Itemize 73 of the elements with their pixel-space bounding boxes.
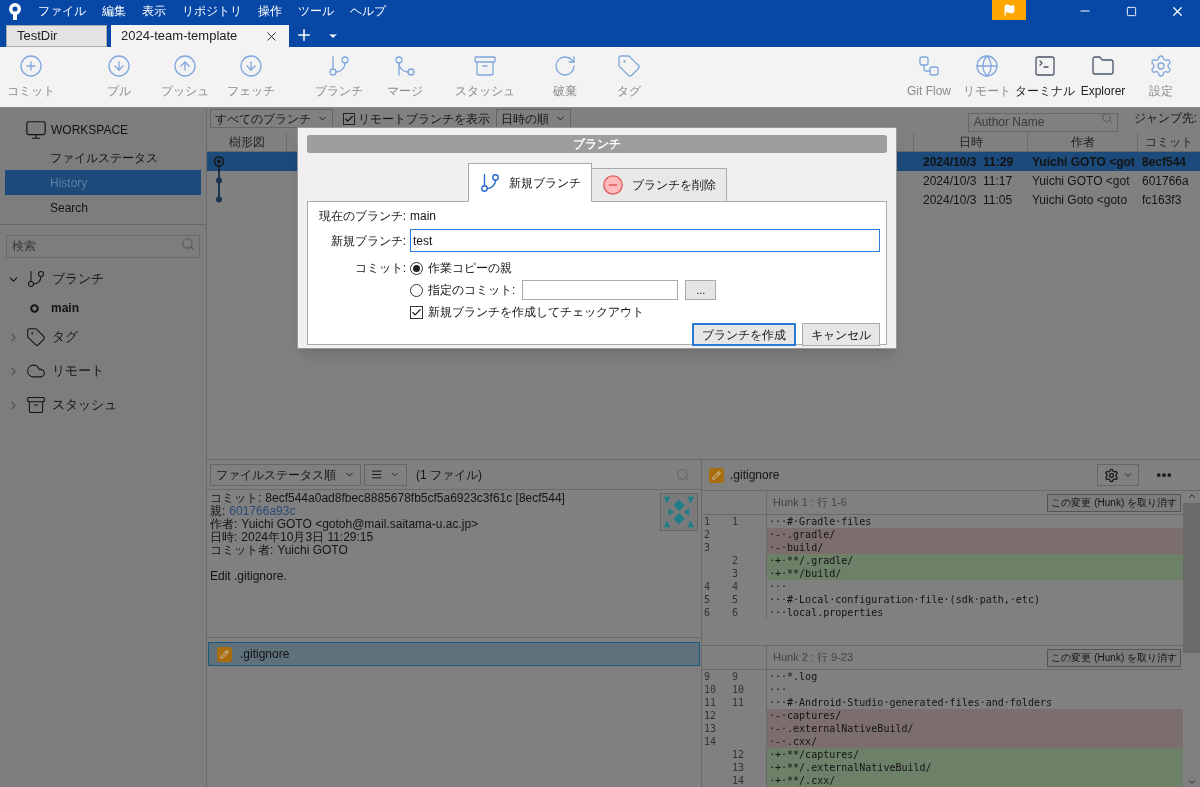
line-number: 2	[704, 529, 711, 540]
line-number: 9	[732, 671, 739, 682]
line-number: 1	[732, 516, 739, 527]
field-label: 新規ブランチ:	[330, 232, 406, 249]
diff-line: ·+·**/build/	[768, 567, 842, 580]
detail-value: 8ecf544a0ad8fbec8885678fb5cf5a6923c3f61c [8ecf544]	[265, 492, 565, 505]
diff-line: ···#·Android·Studio·generated·files·and·folders	[768, 696, 1052, 709]
line-number: 9	[704, 671, 711, 682]
line-number: 13	[704, 723, 717, 734]
line-number: 12	[732, 749, 745, 760]
commit-cell-text: 8ecf544	[1141, 153, 1188, 171]
diff-line: ···#·Local·configuration·file·(sdk·path,·etc)	[768, 593, 1040, 606]
date-cell-text: 2024/10/3 11:29	[922, 153, 1015, 171]
radio-label: 指定のコミット:	[428, 282, 516, 298]
diff-line: ·-·.cxx/	[768, 735, 818, 748]
detail-label: コミット者:	[210, 544, 274, 557]
diff-line: ·-·build/	[768, 541, 824, 554]
commit-cell-text: fc163f3	[1141, 191, 1183, 209]
line-number: 3	[704, 542, 711, 553]
line-number: 14	[732, 775, 745, 786]
detail-value: Yuichi GOTO	[277, 544, 348, 557]
line-number: 10	[704, 684, 717, 695]
line-number: 14	[704, 736, 717, 747]
detail-label: 親:	[210, 505, 226, 518]
date-cell-text: 2024/10/3 11:17	[922, 172, 1014, 190]
line-number: 12	[704, 710, 717, 721]
date-cell-text: 2024/10/3 11:05	[922, 191, 1014, 209]
detail-value: 2024年10月3日 11:29:15	[241, 531, 374, 544]
jump-label: ジャンプ先:	[1133, 110, 1197, 127]
line-number: 11	[732, 697, 745, 708]
radio-label: 作業コピーの親	[428, 260, 512, 276]
line-number: 5	[704, 594, 711, 605]
line-number: 6	[704, 607, 711, 618]
diff-line: ·+·**/.cxx/	[768, 774, 836, 787]
detail-value: Yuichi GOTO <gotoh@mail.saitama-u.ac.jp>	[241, 518, 479, 531]
field-label: 現在のブランチ:	[318, 208, 406, 224]
line-number: 6	[732, 607, 739, 618]
diff-line: ···#·Gradle·files	[768, 515, 872, 528]
diff-line: ·+·**/.externalNativeBuild/	[768, 761, 932, 774]
file-count: (1 ファイル)	[416, 466, 482, 484]
diff-file-name: .gitignore	[730, 467, 780, 484]
diff-line: ···*.log	[768, 670, 818, 683]
line-number: 4	[732, 581, 739, 592]
dialog-title: ブランチ	[307, 135, 887, 153]
commit-cell-text: 601766a	[1141, 172, 1190, 190]
checkbox-label: リモートブランチを表示	[358, 110, 490, 128]
diff-line: ·+·**/.gradle/	[768, 554, 854, 567]
field-label: コミット:	[354, 260, 406, 276]
author-cell-text: Yuichi GOTO <got	[1031, 172, 1131, 190]
detail-label: 日時:	[210, 531, 238, 544]
line-number: 10	[732, 684, 745, 695]
line-number: 5	[732, 594, 739, 605]
checkbox-label: 新規ブランチを作成してチェックアウト	[428, 304, 644, 320]
diff-line: ·-·.externalNativeBuild/	[768, 722, 914, 735]
diff-line: ·-·captures/	[768, 709, 842, 722]
diff-line: ···local.properties	[768, 606, 884, 619]
author-cell-text: Yuichi GOTO <got	[1031, 153, 1136, 171]
commit-message: Edit .gitignore.	[210, 570, 288, 583]
line-number: 13	[732, 762, 745, 773]
detail-label: コミット:	[210, 492, 262, 505]
workspace-heading: WORKSPACE	[51, 122, 129, 139]
diff-line: ···	[768, 580, 788, 593]
line-number: 1	[704, 516, 711, 527]
diff-line: ·-·.gradle/	[768, 528, 836, 541]
line-number: 4	[704, 581, 711, 592]
diff-line: ·+·**/captures/	[768, 748, 860, 761]
detail-label: 作者:	[210, 518, 238, 531]
current-branch-value: main	[410, 208, 436, 224]
author-cell-text: Yuichi Goto <goto	[1031, 191, 1129, 209]
line-number: 11	[704, 697, 717, 708]
diff-line: ···	[768, 683, 788, 696]
line-number: 2	[732, 555, 739, 566]
line-number: 3	[732, 568, 739, 579]
